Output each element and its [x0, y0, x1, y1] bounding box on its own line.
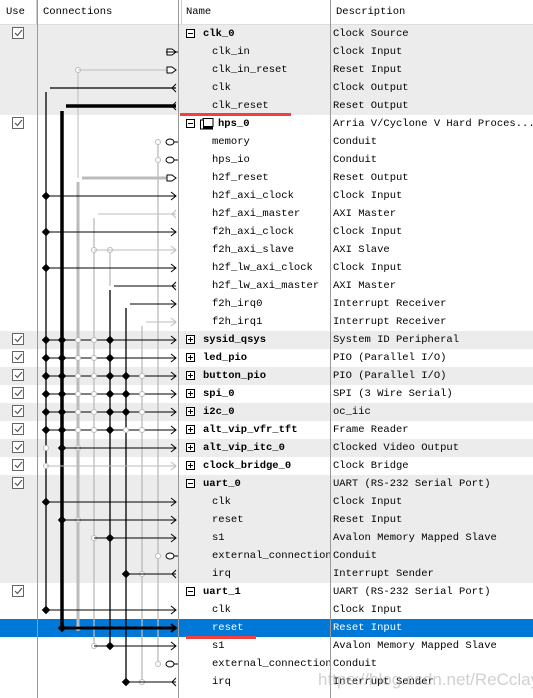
conduit-icon[interactable] [165, 138, 175, 146]
open-connection-dot[interactable] [75, 355, 81, 361]
open-connection-dot[interactable] [139, 427, 145, 433]
connection-dot[interactable] [105, 371, 115, 381]
open-connection-dot[interactable] [155, 661, 161, 667]
connection-dot[interactable] [57, 353, 67, 363]
open-connection-dot[interactable] [43, 445, 49, 451]
open-connection-dot[interactable] [75, 337, 81, 343]
open-connection-dot[interactable] [155, 139, 161, 145]
connection-dot[interactable] [105, 425, 115, 435]
open-connection-dot[interactable] [91, 373, 97, 379]
conduit-icon[interactable] [165, 660, 175, 668]
open-connection-dot[interactable] [155, 157, 161, 163]
connection-dot[interactable] [57, 371, 67, 381]
watermark: https://blog.csdn.net/ReCclay [318, 670, 533, 689]
open-connection-dot[interactable] [155, 553, 161, 559]
open-connection-dot[interactable] [139, 373, 145, 379]
open-connection-dot[interactable] [91, 391, 97, 397]
open-connection-dot[interactable] [75, 373, 81, 379]
connection-dot[interactable] [105, 389, 115, 399]
connection-dot[interactable] [121, 389, 131, 399]
connection-dot[interactable] [105, 335, 115, 345]
open-connection-dot[interactable] [123, 427, 129, 433]
open-connection-dot[interactable] [91, 409, 97, 415]
connection-dot[interactable] [105, 353, 115, 363]
connection-dot[interactable] [41, 425, 51, 435]
connection-dot[interactable] [41, 407, 51, 417]
connection-dot[interactable] [121, 371, 131, 381]
connection-dot[interactable] [121, 407, 131, 417]
open-connection-dot[interactable] [75, 427, 81, 433]
open-connection-dot[interactable] [75, 391, 81, 397]
connection-dot[interactable] [57, 335, 67, 345]
connection-dot[interactable] [57, 425, 67, 435]
open-connection-dot[interactable] [139, 391, 145, 397]
connections-wires[interactable] [0, 0, 533, 698]
export-port-icon[interactable] [166, 66, 177, 74]
connection-dot[interactable] [41, 335, 51, 345]
connection-dot[interactable] [41, 353, 51, 363]
connection-dot[interactable] [57, 407, 67, 417]
connection-dot[interactable] [41, 371, 51, 381]
export-port-icon[interactable] [166, 174, 177, 182]
open-connection-dot[interactable] [91, 355, 97, 361]
connection-dot[interactable] [105, 407, 115, 417]
connection-dot[interactable] [57, 389, 67, 399]
conduit-icon[interactable] [165, 552, 175, 560]
open-connection-dot[interactable] [139, 409, 145, 415]
open-connection-dot[interactable] [91, 337, 97, 343]
conduit-icon[interactable] [165, 156, 175, 164]
open-connection-dot[interactable] [75, 409, 81, 415]
connection-dot[interactable] [41, 389, 51, 399]
open-connection-dot[interactable] [91, 427, 97, 433]
